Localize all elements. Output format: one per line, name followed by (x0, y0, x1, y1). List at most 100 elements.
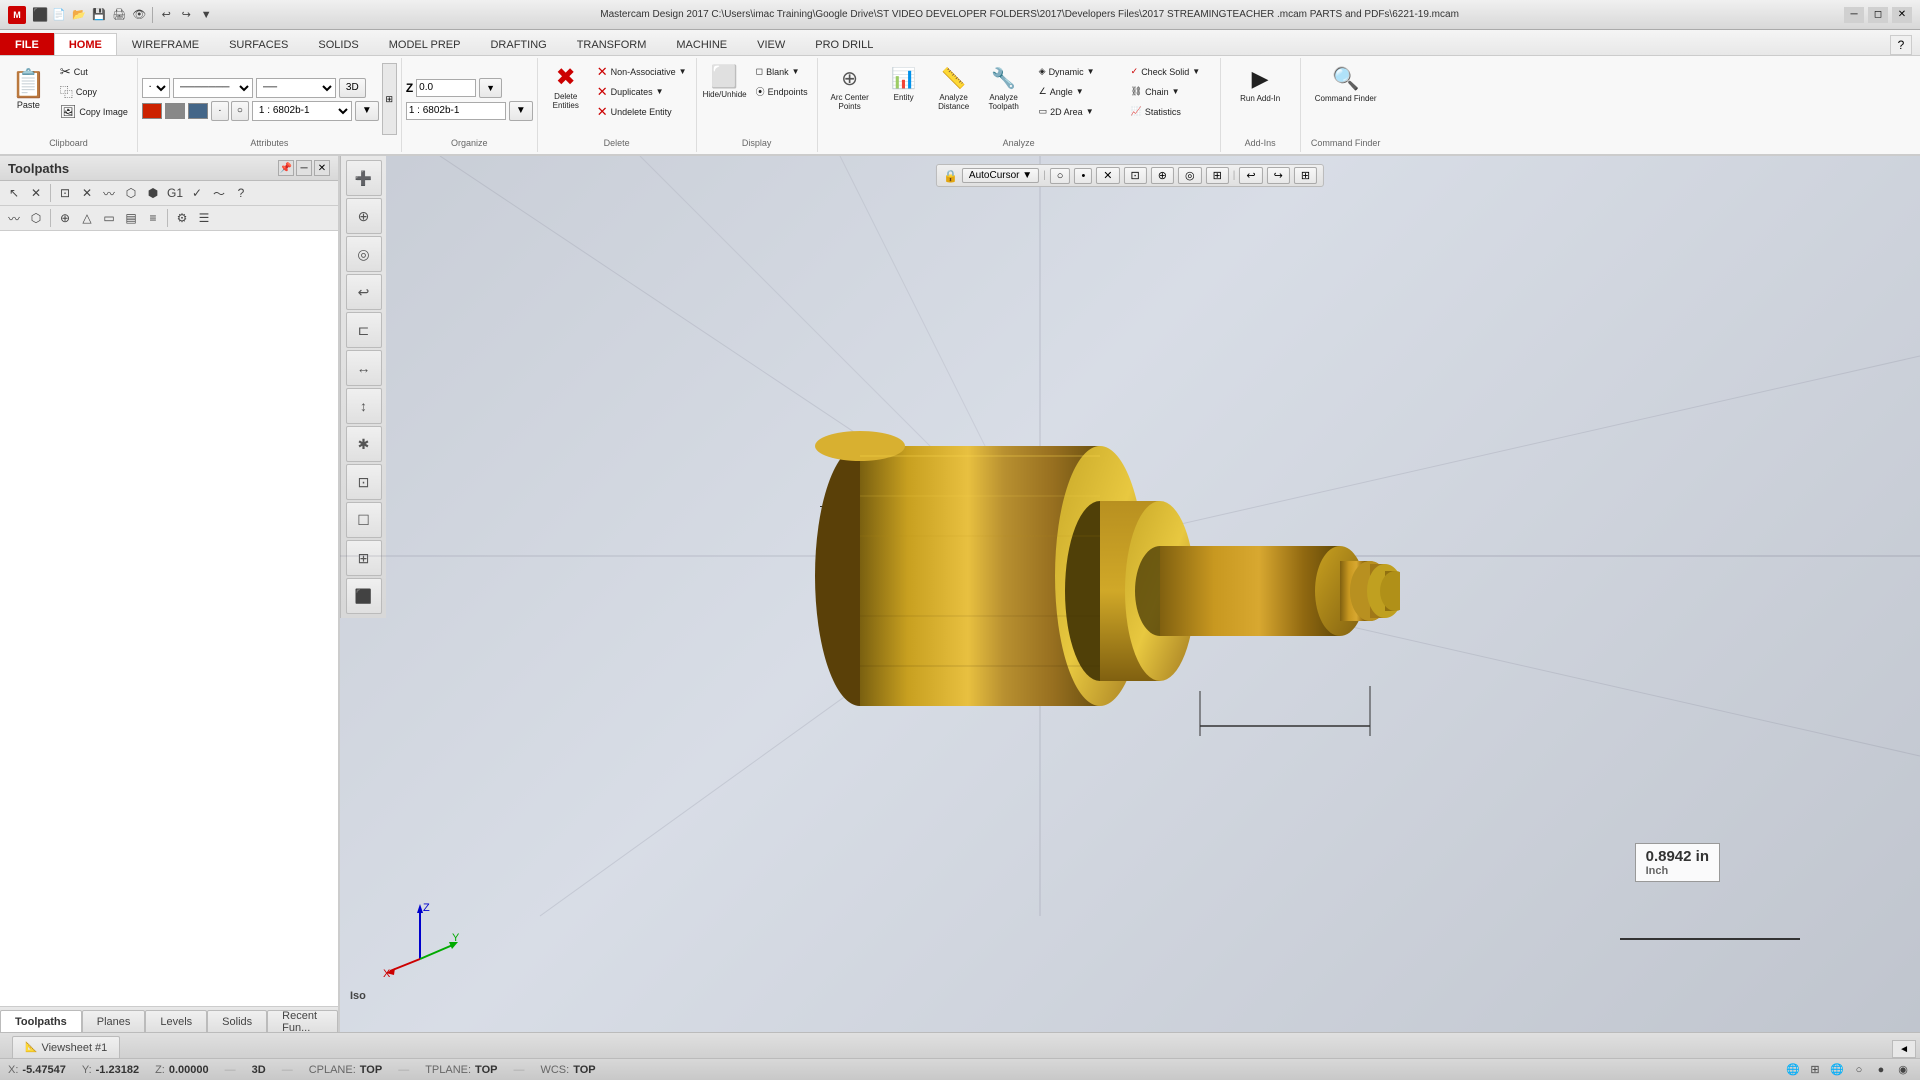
rt-cursor-btn[interactable]: ✱ (346, 426, 382, 462)
tp-solid-btn[interactable]: ⬢ (143, 183, 163, 203)
tab-wireframe[interactable]: WIREFRAME (117, 33, 214, 55)
arc-center-points-button[interactable]: ⊕ Arc Center Points (822, 62, 878, 122)
color-swatch-1[interactable] (142, 103, 162, 119)
tp-sim-btn[interactable]: ⬡ (121, 183, 141, 203)
run-add-in-button[interactable]: ▶ Run Add-In (1228, 62, 1292, 122)
rt-fit-btn[interactable]: ◎ (346, 236, 382, 272)
tab-transform[interactable]: TRANSFORM (562, 33, 662, 55)
color-swatch-3[interactable] (188, 103, 208, 119)
status-circle2-btn[interactable]: ● (1872, 1061, 1890, 1079)
level-expand-btn[interactable]: ▼ (355, 101, 379, 121)
tp2-gear-btn[interactable]: ⚙ (172, 208, 192, 228)
level-select[interactable]: 1 : 6802b-1 (252, 101, 352, 121)
tab-solids[interactable]: Solids (207, 1010, 267, 1032)
tp-help-btn[interactable]: ? (231, 183, 251, 203)
rt-zoom-out-btn[interactable]: ⊕ (346, 198, 382, 234)
tp2-more-btn[interactable]: ≡ (143, 208, 163, 228)
tp2-expand-btn[interactable]: ⊕ (55, 208, 75, 228)
non-associative-button[interactable]: ✕ Non-Associative ▼ (592, 62, 692, 81)
tp-g1-btn[interactable]: G1 (165, 183, 185, 203)
analyze-entity-button[interactable]: 📊 Entity (880, 62, 928, 122)
tab-solids[interactable]: SOLIDS (303, 33, 373, 55)
attributes-expand-button[interactable]: ⊞ (382, 63, 397, 135)
blank-button[interactable]: ◻ Blank ▼ (751, 62, 813, 81)
tp-chain-btn[interactable]: 〰 (99, 183, 119, 203)
tab-model-prep[interactable]: MODEL PREP (374, 33, 476, 55)
ac-snap2-btn[interactable]: ◎ (1178, 167, 1202, 184)
delete-entities-button[interactable]: ✖ Delete Entities (542, 62, 590, 122)
tab-file[interactable]: FILE (0, 33, 54, 55)
3d-button[interactable]: 3D (339, 78, 366, 98)
2d-area-button[interactable]: ▭ 2D Area ▼ (1034, 102, 1124, 121)
qa-preview[interactable]: 👁 (130, 6, 148, 24)
tp2-triangle-btn[interactable]: △ (77, 208, 97, 228)
rt-pan-btn[interactable]: ↩ (346, 274, 382, 310)
tab-recent-fun[interactable]: Recent Fun... (267, 1010, 338, 1032)
level-dropdown-btn[interactable]: ▼ (509, 101, 533, 121)
ac-snap1-btn[interactable]: ⊕ (1151, 167, 1174, 184)
paste-button[interactable]: 📋 Paste (4, 62, 53, 115)
ac-dot-btn[interactable]: • (1074, 168, 1092, 184)
tp2-rect-btn[interactable]: ▭ (99, 208, 119, 228)
status-coord-btn[interactable]: 🌐 (1828, 1061, 1846, 1079)
tp2-btn1[interactable]: 〰 (4, 208, 24, 228)
qa-save[interactable]: 💾 (90, 6, 108, 24)
ac-grid-btn[interactable]: ⊞ (1206, 167, 1229, 184)
status-circle3-btn[interactable]: ◉ (1894, 1061, 1912, 1079)
panel-close-button[interactable]: ✕ (314, 160, 330, 176)
tab-drafting[interactable]: DRAFTING (475, 33, 561, 55)
rt-fill-btn[interactable]: ⬛ (346, 578, 382, 614)
z-value-input[interactable] (416, 79, 476, 97)
endpoints-button[interactable]: ⦿ Endpoints (751, 82, 813, 101)
status-circle1-btn[interactable]: ○ (1850, 1061, 1868, 1079)
check-solid-button[interactable]: ✓ Check Solid ▼ (1126, 62, 1216, 81)
qa-redo[interactable]: ↪ (177, 6, 195, 24)
ribbon-help-button[interactable]: ? (1890, 35, 1912, 55)
rt-vert-btn[interactable]: ↕ (346, 388, 382, 424)
tab-surfaces[interactable]: SURFACES (214, 33, 303, 55)
tab-toolpaths[interactable]: Toolpaths (0, 1010, 82, 1032)
panel-pin-button[interactable]: 📌 (278, 160, 294, 176)
analyze-toolpath-button[interactable]: 🔧 Analyze Toolpath (980, 62, 1028, 122)
tp2-small-btn[interactable]: ▤ (121, 208, 141, 228)
restore-button[interactable]: ◻ (1868, 7, 1888, 23)
hide-unhide-button[interactable]: ⬜ Hide/Unhide (701, 62, 749, 122)
qa-dropdown[interactable]: ▼ (197, 6, 215, 24)
rt-horiz-btn[interactable]: ↔ (346, 350, 382, 386)
copy-button[interactable]: ⿻ Copy (55, 82, 133, 101)
panel-minimize-button[interactable]: ─ (296, 160, 312, 176)
tp-tool2-btn[interactable]: ✕ (77, 183, 97, 203)
tab-view[interactable]: VIEW (742, 33, 800, 55)
angle-button[interactable]: ∠ Angle ▼ (1034, 82, 1124, 101)
copy-image-button[interactable]: 🖼 Copy Image (55, 102, 133, 121)
z-dropdown-btn[interactable]: ▼ (479, 78, 502, 98)
tab-pro-drill[interactable]: PRO DRILL (800, 33, 888, 55)
rt-square-btn[interactable]: ☐ (346, 502, 382, 538)
ac-more-btn[interactable]: ⊞ (1294, 167, 1317, 184)
viewsheet-scroll-btn[interactable]: ◄ (1892, 1040, 1916, 1058)
rt-box-btn[interactable]: ⊡ (346, 464, 382, 500)
status-grid-btn[interactable]: ⊞ (1806, 1061, 1824, 1079)
cut-button[interactable]: ✂ Cut (55, 62, 133, 81)
rt-zoom-in-btn[interactable]: ➕ (346, 160, 382, 196)
qa-undo[interactable]: ↩ (157, 6, 175, 24)
qa-new[interactable]: 📄 (50, 6, 68, 24)
level-input[interactable] (406, 102, 506, 120)
tab-home[interactable]: HOME (54, 33, 117, 55)
chain-button[interactable]: ⛓ Chain ▼ (1126, 82, 1216, 101)
tp-select2-btn[interactable]: ✕ (26, 183, 46, 203)
tab-planes[interactable]: Planes (82, 1010, 146, 1032)
dynamic-button[interactable]: ◈ Dynamic ▼ (1034, 62, 1124, 81)
rt-grid-btn[interactable]: ⊞ (346, 540, 382, 576)
qa-print[interactable]: 🖨 (110, 6, 128, 24)
duplicates-button[interactable]: ✕ Duplicates ▼ (592, 82, 692, 101)
statistics-button[interactable]: 📈 Statistics (1126, 102, 1216, 121)
tp2-btn2[interactable]: ⬡ (26, 208, 46, 228)
qa-open[interactable]: 📂 (70, 6, 88, 24)
rt-rotate-btn[interactable]: ⊏ (346, 312, 382, 348)
ac-redo-btn[interactable]: ↪ (1267, 167, 1290, 184)
close-button[interactable]: ✕ (1892, 7, 1912, 23)
color-swatch-2[interactable] (165, 103, 185, 119)
analyze-distance-button[interactable]: 📏 Analyze Distance (930, 62, 978, 122)
tp2-list-btn[interactable]: ☰ (194, 208, 214, 228)
